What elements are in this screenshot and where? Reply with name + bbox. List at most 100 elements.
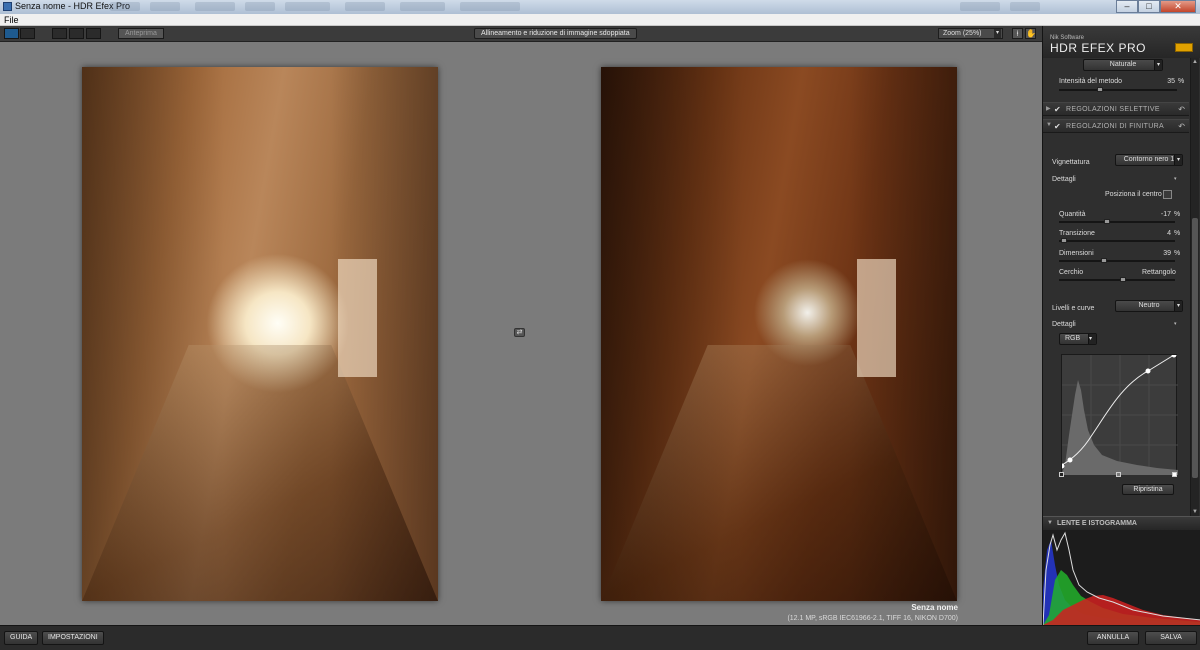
taskbar-ghost xyxy=(285,2,330,11)
histogram xyxy=(1043,530,1200,625)
view-mode-1-icon[interactable] xyxy=(52,28,67,39)
reset-icon[interactable]: ↶ xyxy=(1178,122,1185,131)
taskbar-ghost xyxy=(150,2,180,11)
panel-scrollbar[interactable]: ▲ ▼ xyxy=(1190,58,1199,516)
zoom-value: Zoom (25%) xyxy=(943,30,982,37)
swap-icon[interactable]: ⇄ xyxy=(514,328,525,337)
slider-knob[interactable] xyxy=(1097,87,1104,92)
close-button[interactable]: ✕ xyxy=(1160,0,1196,13)
settings-button[interactable]: IMPOSTAZIONI xyxy=(42,631,104,645)
slider-knob[interactable] xyxy=(1119,277,1126,282)
view-mode-3-icon[interactable] xyxy=(86,28,101,39)
split-view-icon[interactable] xyxy=(20,28,35,39)
slider-knob[interactable] xyxy=(1103,219,1110,224)
percent-unit: % xyxy=(1178,78,1185,85)
curves-editor[interactable] xyxy=(1059,352,1178,475)
method-preset-select[interactable]: Naturale ▾ xyxy=(1083,59,1163,71)
channel-select[interactable]: RGB ▾ xyxy=(1059,333,1097,345)
menu-file[interactable]: File xyxy=(4,15,19,25)
vignette-preset-select[interactable]: Contorno nero 1 ▾ xyxy=(1115,154,1183,166)
save-button[interactable]: SALVA xyxy=(1145,631,1197,645)
curve-point xyxy=(1067,457,1073,463)
transition-slider[interactable] xyxy=(1059,238,1175,243)
size-label: Dimensioni xyxy=(1059,250,1094,257)
chevron-down-icon: ▾ xyxy=(1174,155,1182,165)
section-selective-adjustments[interactable]: ▶ ✔ REGOLAZIONI SELETTIVE ↶ xyxy=(1043,102,1189,116)
position-center-label: Posiziona il centro xyxy=(1105,191,1162,198)
zoom-select[interactable]: Zoom (25%) ▾ xyxy=(938,28,1003,39)
taskbar-ghost xyxy=(195,2,235,11)
taskbar-ghost xyxy=(1010,2,1040,11)
histogram-graph xyxy=(1043,531,1200,625)
image-info: (12.1 MP, sRGB IEC61966-2.1, TIFF 16, NI… xyxy=(787,615,958,622)
hand-icon[interactable]: ✋ xyxy=(1025,28,1036,39)
minimize-button[interactable]: – xyxy=(1116,0,1138,13)
checkmark-icon[interactable]: ✔ xyxy=(1054,122,1061,131)
app-icon xyxy=(3,2,12,11)
scroll-down-icon[interactable]: ▼ xyxy=(1191,508,1199,516)
single-view-icon[interactable] xyxy=(4,28,19,39)
preview-button[interactable]: Anteprima xyxy=(118,28,164,39)
title-bar: Senza nome - HDR Efex Pro – □ ✕ xyxy=(0,0,1200,14)
chevron-down-icon: ▾ xyxy=(994,29,1001,38)
cancel-button[interactable]: ANNULLA xyxy=(1087,631,1139,645)
expand-arrow-icon: ▶ xyxy=(1046,106,1051,112)
curve-point xyxy=(1145,368,1151,374)
photo-door xyxy=(338,259,378,377)
taskbar-ghost xyxy=(245,2,275,11)
method-intensity-label: Intensità del metodo xyxy=(1059,78,1123,85)
chevron-down-icon: ▾ xyxy=(1174,301,1182,311)
black-point-marker[interactable] xyxy=(1059,472,1064,477)
amount-slider[interactable] xyxy=(1059,219,1175,224)
window-controls: – □ ✕ xyxy=(1116,0,1196,13)
slider-knob[interactable] xyxy=(1060,238,1067,243)
details-label: Dettagli xyxy=(1052,321,1076,328)
levels-preset-value: Neutro xyxy=(1138,302,1160,309)
scroll-up-icon[interactable]: ▲ xyxy=(1191,58,1199,66)
details-chevron-icon[interactable]: ▾ xyxy=(1174,321,1177,327)
settings-panel: Nik Software HDR EFEX PRO Naturale ▾ Int… xyxy=(1042,26,1200,625)
midpoint-marker[interactable] xyxy=(1116,472,1121,477)
chevron-down-icon: ▾ xyxy=(1088,334,1096,344)
slider-knob[interactable] xyxy=(1101,258,1108,263)
curve-range-markers xyxy=(1059,472,1179,478)
after-image xyxy=(601,67,957,601)
pin-icon[interactable]: ⍿ xyxy=(1012,28,1023,39)
taskbar-ghost xyxy=(110,2,140,11)
target-icon[interactable] xyxy=(1163,190,1172,199)
channel-value: RGB xyxy=(1065,335,1081,342)
taskbar-ghost xyxy=(345,2,385,11)
transition-label: Transizione xyxy=(1059,230,1095,237)
chevron-down-icon: ▾ xyxy=(1154,60,1162,70)
amount-label: Quantità xyxy=(1059,211,1086,218)
section-lens-histogram[interactable]: ▼ LENTE E ISTOGRAMMA xyxy=(1043,516,1200,530)
scroll-thumb[interactable] xyxy=(1192,218,1198,478)
menu-bar: File xyxy=(0,14,1200,26)
checkmark-icon[interactable]: ✔ xyxy=(1054,105,1061,114)
view-mode-2-icon[interactable] xyxy=(69,28,84,39)
rectangle-label: Rettangolo xyxy=(1142,269,1176,276)
details-chevron-icon[interactable]: ▾ xyxy=(1174,176,1177,182)
vignette-label: Vignettatura xyxy=(1052,159,1090,166)
curves-graph[interactable] xyxy=(1059,352,1178,475)
section-finishing-label: REGOLAZIONI DI FINITURA xyxy=(1066,123,1164,130)
size-slider[interactable] xyxy=(1059,258,1175,263)
reset-icon[interactable]: ↶ xyxy=(1178,105,1185,114)
method-intensity-slider[interactable] xyxy=(1059,87,1177,92)
white-point-marker[interactable] xyxy=(1172,472,1177,477)
levels-preset-select[interactable]: Neutro ▾ xyxy=(1115,300,1183,312)
image-name: Senza nome xyxy=(911,603,958,612)
shape-slider[interactable] xyxy=(1059,277,1175,282)
nik-logo-icon xyxy=(1175,43,1193,52)
reset-button[interactable]: Ripristina xyxy=(1122,484,1174,495)
taskbar-ghost xyxy=(400,2,445,11)
maximize-button[interactable]: □ xyxy=(1138,0,1160,13)
section-lens-label: LENTE E ISTOGRAMMA xyxy=(1057,520,1137,527)
section-finishing-adjustments[interactable]: ▼ ✔ REGOLAZIONI DI FINITURA ↶ xyxy=(1043,119,1189,133)
percent-unit: % xyxy=(1174,250,1181,257)
photo-door xyxy=(857,259,897,377)
percent-unit: % xyxy=(1174,211,1181,218)
help-button[interactable]: GUIDA xyxy=(4,631,39,645)
size-value: 39 xyxy=(1163,250,1171,257)
alignment-ghosting-button[interactable]: Allineamento e riduzione di immagine sdo… xyxy=(474,28,637,39)
